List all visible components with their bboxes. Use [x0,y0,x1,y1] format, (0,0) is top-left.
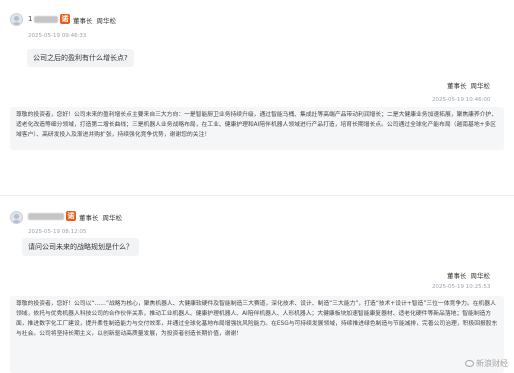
thread-divider [0,195,514,196]
answer-time: 2025-05-19 10:46:00 [432,97,491,103]
company-ticker-icon: 诺 [60,14,70,24]
answer-box: 尊敬的投资者，您好！公司未来的盈利增长点主要来自三大方向：一是智能厨卫业务持续升… [10,107,504,150]
user-name-blurred [34,16,58,23]
answer-role-label-2: 董事长 [447,272,467,280]
user-name-blurred-2 [28,213,64,220]
answer-meta-2: 董事长 周华松 [447,270,490,280]
answer-person-name[interactable]: 周华松 [471,82,491,90]
user-avatar-2[interactable] [10,211,23,224]
user-avatar[interactable] [10,13,23,26]
answer-person-name-2[interactable]: 周华松 [471,272,491,280]
weibo-logo-icon [465,360,474,367]
person-name-2[interactable]: 周华松 [103,214,123,222]
question-bubble-2[interactable]: 请问公司未来的战略规划是什么？ [22,238,139,256]
answer-meta: 董事长 周华松 [447,80,490,90]
question-meta-2: 董事长 周华松 [79,212,122,222]
role-label: 董事长 [73,17,93,25]
role-label-2: 董事长 [79,214,99,222]
question-bubble[interactable]: 公司之后的盈利有什么增长点? [27,49,134,67]
answer-box-2: 尊敬的投资者，您好！公司以“……”战略为核心，聚焦机器人、大健康软硬件及智能制造… [10,296,504,373]
watermark: 新浪财经 [465,358,508,369]
question-meta: 董事长 周华松 [73,15,116,25]
watermark-text: 新浪财经 [476,359,508,368]
company-ticker-icon-2: 诺 [66,211,76,221]
question-time-2: 2025-05-19 08:12:05 [28,229,87,235]
answer-time-2: 2025-05-19 10:25:53 [432,284,491,290]
user-name-prefix: 1 [28,15,33,23]
person-name[interactable]: 周华松 [97,17,117,25]
answer-role-label: 董事长 [447,82,467,90]
question-time: 2025-05-19 09:46:33 [28,33,87,39]
